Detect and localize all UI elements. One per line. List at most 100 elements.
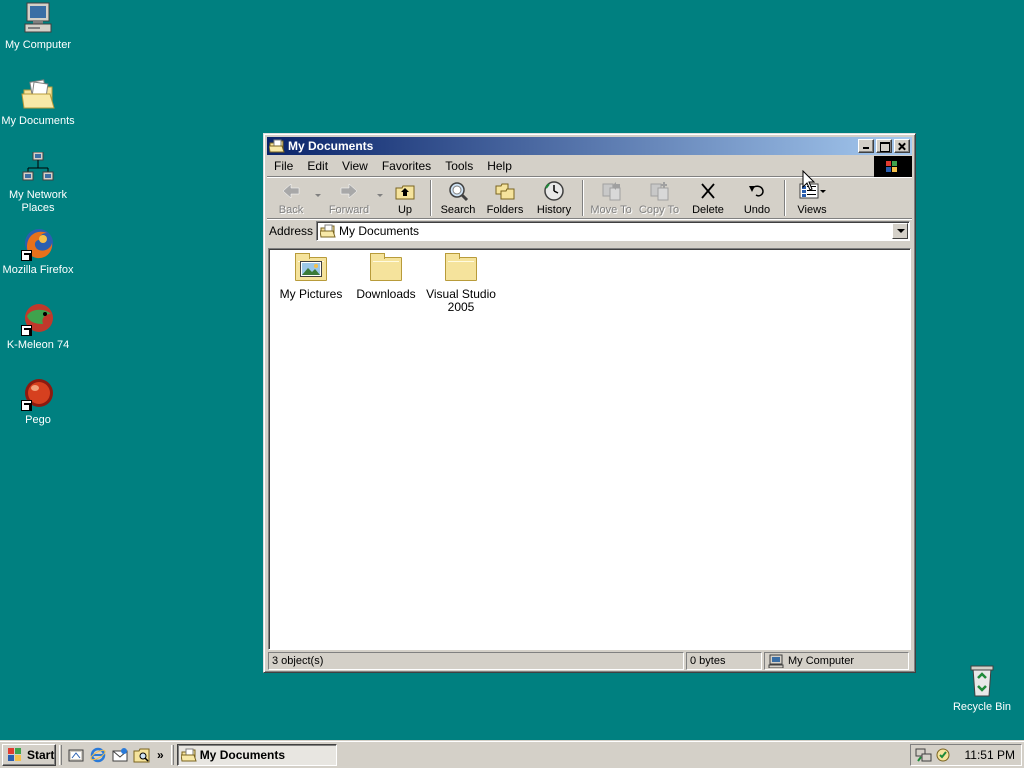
desktop-icon-mozilla-firefox[interactable]: Mozilla Firefox <box>0 227 76 277</box>
explorer-search-icon[interactable] <box>133 746 151 764</box>
recycle-bin-icon <box>965 664 999 698</box>
undo-label: Undo <box>743 204 771 216</box>
history-button[interactable]: History <box>529 180 579 218</box>
pego-icon <box>21 377 55 411</box>
toolbar-separator <box>582 180 584 216</box>
window-title: My Documents <box>288 139 374 153</box>
menu-help[interactable]: Help <box>480 159 519 173</box>
tray-app-icon[interactable] <box>935 747 951 763</box>
documents-folder-icon <box>21 78 55 112</box>
address-dropdown-button[interactable] <box>892 223 908 239</box>
folder-item-visual-studio-2005[interactable]: Visual Studio 2005 <box>423 253 499 314</box>
folder-view[interactable]: My Pictures Downloads Visual Studio 2005 <box>268 248 911 650</box>
toolbar-grip[interactable] <box>170 744 174 765</box>
menu-favorites[interactable]: Favorites <box>375 159 438 173</box>
desktop-icon-label: Recycle Bin <box>952 701 1012 713</box>
mouse-cursor-icon <box>802 170 816 191</box>
address-bar: Address My Documents <box>267 219 912 243</box>
shortcut-arrow-icon <box>21 250 32 261</box>
toolbar-grip[interactable] <box>59 744 62 765</box>
pictures-folder-icon <box>294 253 328 283</box>
desktop-icon-my-documents[interactable]: My Documents <box>0 78 76 128</box>
move-to-button[interactable]: Move To <box>587 180 635 218</box>
forward-button[interactable]: Forward <box>321 180 377 218</box>
history-clock-icon <box>544 181 564 201</box>
back-arrow-icon <box>282 183 300 199</box>
windows-flag-icon <box>886 161 898 172</box>
shortcut-arrow-icon <box>21 400 32 411</box>
folder-item-label: My Pictures <box>279 287 343 301</box>
taskbar-button-label: My Documents <box>199 747 286 762</box>
shortcut-arrow-icon <box>21 325 32 336</box>
desktop-icon-label: My Network Places <box>8 189 68 214</box>
folder-item-label: Visual Studio 2005 <box>426 287 496 314</box>
back-button[interactable]: Back <box>267 180 315 218</box>
menu-edit[interactable]: Edit <box>300 159 335 173</box>
desktop-icon-label: K-Meleon 74 <box>6 339 70 351</box>
status-zone-label: My Computer <box>788 655 855 667</box>
toolbar-separator <box>784 180 786 216</box>
network-tray-icon[interactable] <box>915 747 933 763</box>
desktop-icon-label: My Documents <box>1 115 75 127</box>
desktop-icon-pego[interactable]: Pego <box>0 377 76 427</box>
folders-icon <box>495 183 515 200</box>
minimize-button[interactable] <box>858 139 874 153</box>
menu-file[interactable]: File <box>267 159 300 173</box>
menu-view[interactable]: View <box>335 159 375 173</box>
close-button[interactable] <box>894 139 910 153</box>
taskbar-button-my-documents[interactable]: My Documents <box>176 743 337 766</box>
show-desktop-icon[interactable] <box>67 746 85 764</box>
folders-button[interactable]: Folders <box>481 180 529 218</box>
menu-tools[interactable]: Tools <box>438 159 480 173</box>
undo-button[interactable]: Undo <box>733 180 781 218</box>
folder-item-my-pictures[interactable]: My Pictures <box>273 253 349 301</box>
forward-label: Forward <box>328 204 370 216</box>
quick-launch-chevron[interactable]: » <box>157 748 164 762</box>
desktop-icon-recycle-bin[interactable]: Recycle Bin <box>944 664 1020 714</box>
start-label: Start <box>27 747 55 762</box>
history-label: History <box>536 204 572 216</box>
delete-label: Delete <box>692 204 724 216</box>
system-tray: 11:51 PM <box>909 743 1022 766</box>
folder-icon <box>369 253 403 283</box>
folders-label: Folders <box>486 204 524 216</box>
taskbar: Start » My Documents 11:51 PM <box>0 740 1024 768</box>
firefox-icon <box>21 227 55 261</box>
computer-icon <box>21 2 55 36</box>
desktop-icon-my-computer[interactable]: My Computer <box>0 2 76 52</box>
search-icon <box>449 182 469 202</box>
copy-to-button[interactable]: Copy To <box>635 180 683 218</box>
search-button[interactable]: Search <box>435 180 481 218</box>
window-titlebar[interactable]: My Documents <box>267 137 912 155</box>
desktop-icon-my-network-places[interactable]: My Network Places <box>0 151 76 215</box>
maximize-button[interactable] <box>876 139 892 153</box>
forward-arrow-icon <box>340 183 358 199</box>
folder-item-label: Downloads <box>356 287 416 301</box>
views-label: Views <box>797 204 827 216</box>
status-size: 0 bytes <box>686 652 762 670</box>
desktop-icon-k-meleon[interactable]: K-Meleon 74 <box>0 302 76 352</box>
explorer-window: My Documents File Edit View Favorites To… <box>263 133 916 673</box>
desktop-icon-label: My Computer <box>4 39 72 51</box>
toolbar-separator <box>430 180 432 216</box>
internet-explorer-icon[interactable] <box>89 746 107 764</box>
up-button[interactable]: Up <box>383 180 427 218</box>
folder-item-downloads[interactable]: Downloads <box>348 253 424 301</box>
documents-folder-icon <box>269 139 285 153</box>
address-value: My Documents <box>339 224 420 238</box>
back-label: Back <box>278 204 304 216</box>
windows-logo-throbber <box>874 156 912 177</box>
clock[interactable]: 11:51 PM <box>965 748 1015 762</box>
address-field[interactable]: My Documents <box>316 221 910 241</box>
start-button[interactable]: Start <box>2 743 56 766</box>
desktop-icon-label: Pego <box>25 414 51 426</box>
network-icon <box>21 151 55 186</box>
up-label: Up <box>397 204 413 216</box>
copy-to-label: Copy To <box>638 204 680 216</box>
status-bar: 3 object(s) 0 bytes My Computer <box>268 652 911 670</box>
delete-x-icon <box>701 183 715 199</box>
address-label: Address <box>269 224 314 238</box>
copy-to-icon <box>650 182 669 201</box>
delete-button[interactable]: Delete <box>683 180 733 218</box>
outlook-express-icon[interactable] <box>111 746 129 764</box>
